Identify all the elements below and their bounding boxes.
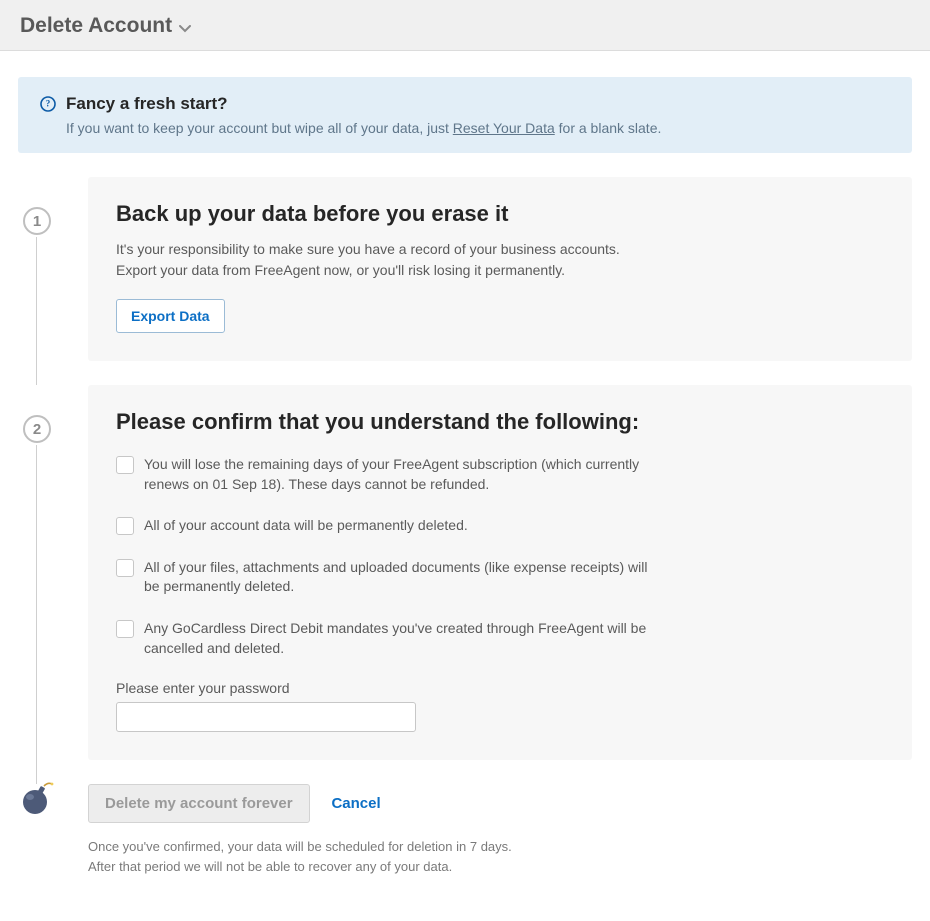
step-1-title: Back up your data before you erase it: [116, 201, 884, 227]
step-connector: [36, 445, 37, 784]
confirm-label: All of your account data will be permane…: [144, 516, 468, 536]
step-connector: [36, 237, 37, 385]
page-header: Delete Account: [0, 0, 930, 51]
page-title: Delete Account: [20, 14, 172, 38]
bomb-icon: [19, 778, 57, 816]
footer-line2: After that period we will not be able to…: [88, 859, 452, 874]
actions-row: Delete my account forever Cancel: [36, 784, 912, 823]
step-1-description: It's your responsibility to make sure yo…: [116, 239, 884, 281]
confirm-label: Any GoCardless Direct Debit mandates you…: [144, 619, 656, 658]
password-input[interactable]: [116, 702, 416, 732]
step-2-card: Please confirm that you understand the f…: [88, 385, 912, 760]
confirm-row: You will lose the remaining days of your…: [116, 455, 656, 494]
step-1: 1 Back up your data before you erase it …: [36, 177, 912, 361]
step-number-2: 2: [23, 415, 51, 443]
banner-title: Fancy a fresh start?: [66, 94, 661, 114]
step-1-desc-line1: It's your responsibility to make sure yo…: [116, 241, 620, 257]
footer-note: Once you've confirmed, your data will be…: [36, 837, 912, 876]
chevron-down-icon[interactable]: [179, 20, 191, 36]
step-1-card: Back up your data before you erase it It…: [88, 177, 912, 361]
svg-text:?: ?: [46, 99, 51, 109]
banner-desc-before: If you want to keep your account but wip…: [66, 120, 453, 136]
confirm-row: Any GoCardless Direct Debit mandates you…: [116, 619, 656, 658]
footer-line1: Once you've confirmed, your data will be…: [88, 839, 512, 854]
confirm-checkbox-mandates[interactable]: [116, 620, 134, 638]
confirm-checkbox-subscription[interactable]: [116, 456, 134, 474]
confirm-label: All of your files, attachments and uploa…: [144, 558, 656, 597]
reset-data-link[interactable]: Reset Your Data: [453, 120, 555, 136]
confirm-row: All of your files, attachments and uploa…: [116, 558, 656, 597]
confirm-checkbox-data[interactable]: [116, 517, 134, 535]
banner-description: If you want to keep your account but wip…: [66, 120, 661, 136]
step-2-title: Please confirm that you understand the f…: [116, 409, 884, 435]
cancel-link[interactable]: Cancel: [331, 795, 380, 812]
info-banner: ? Fancy a fresh start? If you want to ke…: [18, 77, 912, 153]
step-1-desc-line2: Export your data from FreeAgent now, or …: [116, 262, 565, 278]
banner-desc-after: for a blank slate.: [555, 120, 662, 136]
confirm-label: You will lose the remaining days of your…: [144, 455, 656, 494]
confirm-row: All of your account data will be permane…: [116, 516, 656, 536]
step-2: 2 Please confirm that you understand the…: [36, 385, 912, 760]
password-label: Please enter your password: [116, 680, 884, 696]
confirm-checkbox-files[interactable]: [116, 559, 134, 577]
delete-account-button[interactable]: Delete my account forever: [88, 784, 310, 823]
step-number-1: 1: [23, 207, 51, 235]
info-icon: ?: [40, 96, 56, 115]
export-data-button[interactable]: Export Data: [116, 299, 225, 333]
